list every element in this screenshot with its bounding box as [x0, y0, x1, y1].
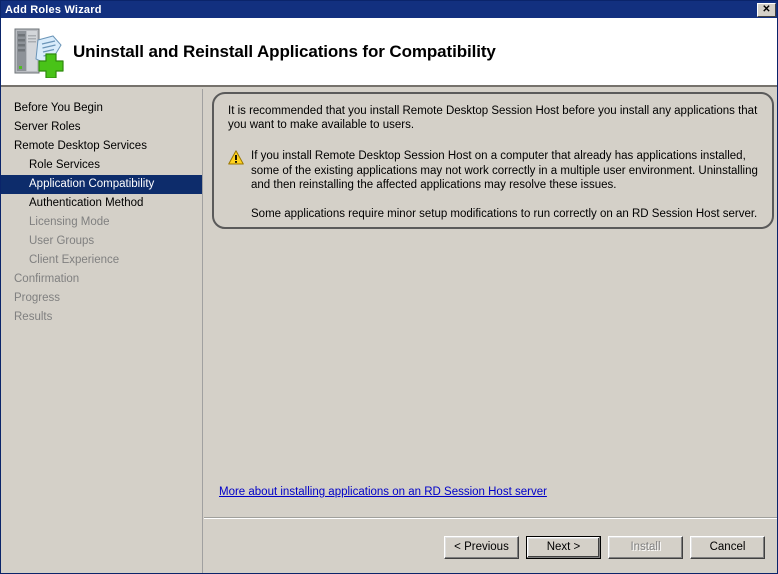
sidebar-item-application-compatibility[interactable]: Application Compatibility [1, 175, 202, 194]
close-icon[interactable]: ✕ [757, 3, 776, 17]
window-title: Add Roles Wizard [5, 3, 102, 16]
warning-triangle-icon [228, 150, 244, 165]
add-roles-wizard-window: Add Roles Wizard ✕ Uninstall and Reinsta… [0, 0, 778, 574]
sidebar-item-client-experience: Client Experience [29, 254, 120, 266]
button-separator [204, 517, 777, 519]
sidebar-item-licensing-mode: Licensing Mode [29, 216, 110, 228]
sidebar-item-before-you-begin[interactable]: Before You Begin [1, 99, 202, 118]
title-bar: Add Roles Wizard ✕ [1, 1, 777, 18]
intro-text: It is recommended that you install Remot… [228, 105, 758, 131]
sidebar-item-confirmation: Confirmation [14, 273, 80, 285]
server-add-icon [14, 28, 64, 78]
sidebar-item-authentication-method[interactable]: Authentication Method [1, 194, 202, 213]
install-button: Install [608, 535, 683, 559]
warning-row: If you install Remote Desktop Session Ho… [228, 149, 758, 221]
warning-texts: If you install Remote Desktop Session Ho… [251, 149, 758, 221]
note-text: Some applications require minor setup mo… [251, 207, 758, 220]
sidebar-item-progress: Progress [14, 292, 61, 304]
sidebar-item-role-services[interactable]: Role Services [1, 156, 202, 175]
warning-text: If you install Remote Desktop Session Ho… [251, 150, 758, 191]
wizard-header: Uninstall and Reinstall Applications for… [1, 18, 777, 87]
cancel-button[interactable]: Cancel [690, 535, 765, 559]
wizard-content-pane: It is recommended that you install Remot… [204, 89, 777, 573]
sidebar-item-results: Results [14, 311, 53, 323]
wizard-body: Before You Begin Server Roles Remote Des… [1, 89, 777, 573]
page-title: Uninstall and Reinstall Applications for… [73, 41, 496, 61]
close-glyph: ✕ [762, 4, 771, 15]
next-button[interactable]: Next > [526, 535, 601, 559]
sidebar-item-server-roles[interactable]: Server Roles [1, 118, 202, 137]
more-about-installing-applications-link[interactable]: More about installing applications on an… [219, 486, 547, 498]
wizard-button-row: < Previous Next > Install Cancel [204, 532, 777, 562]
sidebar-item-user-groups: User Groups [29, 235, 95, 247]
sidebar-item-remote-desktop-services[interactable]: Remote Desktop Services [1, 137, 202, 156]
previous-button[interactable]: < Previous [444, 535, 519, 559]
wizard-step-navigation: Before You Begin Server Roles Remote Des… [1, 89, 203, 573]
compatibility-info-box: It is recommended that you install Remot… [212, 92, 774, 229]
